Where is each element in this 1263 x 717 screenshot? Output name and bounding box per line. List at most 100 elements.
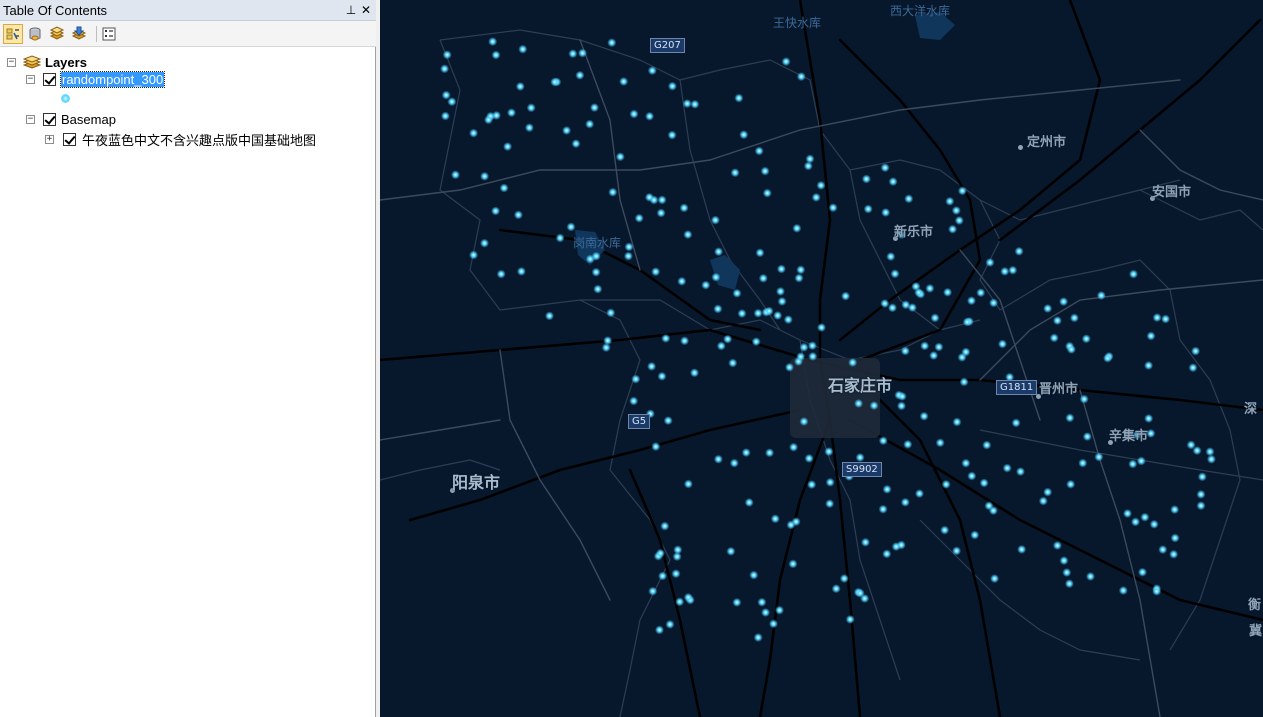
random-point <box>982 440 992 450</box>
random-point <box>624 242 634 252</box>
tree-node-basemap[interactable]: − Basemap <box>26 110 116 128</box>
layer-name-label[interactable]: randompoint_300 <box>59 70 166 88</box>
random-point <box>690 99 700 109</box>
random-point <box>959 377 969 387</box>
random-point <box>957 186 967 196</box>
options-icon[interactable] <box>99 24 119 44</box>
collapse-toggle[interactable]: − <box>26 114 35 124</box>
tree-node-randompoint[interactable]: − randompoint_300 <box>26 70 166 88</box>
random-point <box>753 633 763 642</box>
random-point <box>811 192 821 202</box>
random-point <box>713 304 723 314</box>
random-point <box>713 454 723 464</box>
random-point <box>1078 458 1088 468</box>
random-point <box>799 342 809 352</box>
random-point <box>988 506 998 516</box>
list-by-drawing-order-icon[interactable] <box>3 24 23 44</box>
random-point <box>1016 467 1025 477</box>
random-point <box>816 180 826 190</box>
random-point <box>1043 487 1053 497</box>
random-point <box>770 514 780 524</box>
random-point <box>1131 517 1140 527</box>
random-point <box>848 358 858 367</box>
pin-icon[interactable]: ⊥ <box>343 2 359 18</box>
random-point <box>854 399 864 408</box>
toc-toolbar <box>0 21 376 47</box>
random-point <box>488 37 498 47</box>
layer-visibility-checkbox[interactable] <box>43 72 56 86</box>
random-point <box>665 619 675 629</box>
random-point <box>1014 246 1024 256</box>
random-point <box>925 283 935 293</box>
random-point <box>792 223 802 233</box>
random-point <box>1123 509 1132 518</box>
random-point <box>869 401 879 411</box>
random-point <box>776 264 786 274</box>
random-point <box>952 417 962 427</box>
random-point <box>1206 454 1216 464</box>
list-by-source-icon[interactable] <box>25 24 45 44</box>
random-point <box>1152 586 1162 596</box>
collapse-toggle[interactable]: − <box>26 74 35 84</box>
random-point <box>907 303 917 313</box>
random-point <box>961 458 971 468</box>
random-point <box>751 337 761 347</box>
random-point <box>667 81 677 91</box>
random-point <box>657 371 667 381</box>
random-point <box>1059 297 1069 307</box>
random-point <box>683 230 693 240</box>
random-point <box>1052 541 1062 550</box>
random-point <box>1169 549 1179 559</box>
label-xidayang-reservoir: 西大洋水库 <box>890 4 951 18</box>
random-point <box>683 479 693 489</box>
random-point <box>1136 456 1146 466</box>
random-point <box>524 123 534 133</box>
random-point <box>507 108 516 118</box>
collapse-toggle[interactable]: − <box>7 57 16 67</box>
random-point <box>1129 269 1138 279</box>
random-point <box>578 48 587 58</box>
group-visibility-checkbox[interactable] <box>43 112 56 126</box>
expand-toggle[interactable]: + <box>45 134 54 144</box>
random-point <box>861 537 870 547</box>
label-jinzhou: 晋州市 <box>1039 382 1079 397</box>
map-view[interactable]: 王快水库 西大洋水库 岗南水库 定州市 安国市 新乐市 石家庄市 晋州市 辛集市… <box>380 0 1263 717</box>
random-point <box>480 171 490 181</box>
list-by-visibility-icon[interactable] <box>47 24 67 44</box>
layers-icon <box>23 55 41 69</box>
random-point <box>680 336 690 346</box>
random-point <box>929 351 939 360</box>
random-point <box>954 216 964 225</box>
random-point <box>948 224 958 234</box>
random-point <box>1146 331 1156 341</box>
random-point <box>967 296 976 306</box>
random-point <box>1000 266 1010 276</box>
tree-node-basemap-layer[interactable]: + 午夜蓝色中文不含兴趣点版中国基础地图 <box>45 130 316 148</box>
random-point <box>741 448 751 458</box>
random-point <box>647 66 657 76</box>
random-point <box>930 313 940 323</box>
random-point <box>629 396 639 406</box>
highway-shield-s9902: S9902 <box>842 462 882 477</box>
random-point <box>1205 447 1215 457</box>
random-point <box>817 323 826 332</box>
random-point <box>799 417 809 426</box>
random-point <box>623 251 633 261</box>
random-point <box>757 597 767 607</box>
random-point <box>897 401 906 411</box>
close-icon[interactable]: ✕ <box>358 2 374 18</box>
highway-shield-g1811: G1811 <box>996 380 1038 395</box>
random-point <box>591 267 601 277</box>
list-by-selection-icon[interactable] <box>69 24 89 44</box>
label-heng: 衡 <box>1248 598 1262 613</box>
random-point <box>777 296 787 306</box>
basemap-visibility-checkbox[interactable] <box>63 132 76 146</box>
random-point <box>804 453 814 463</box>
toolbar-separator <box>96 26 97 42</box>
random-point <box>484 115 493 125</box>
tree-node-layers[interactable]: − Layers <box>7 53 87 71</box>
random-point <box>888 177 898 187</box>
random-point <box>920 341 930 351</box>
random-point <box>749 570 759 580</box>
random-point <box>785 362 794 372</box>
